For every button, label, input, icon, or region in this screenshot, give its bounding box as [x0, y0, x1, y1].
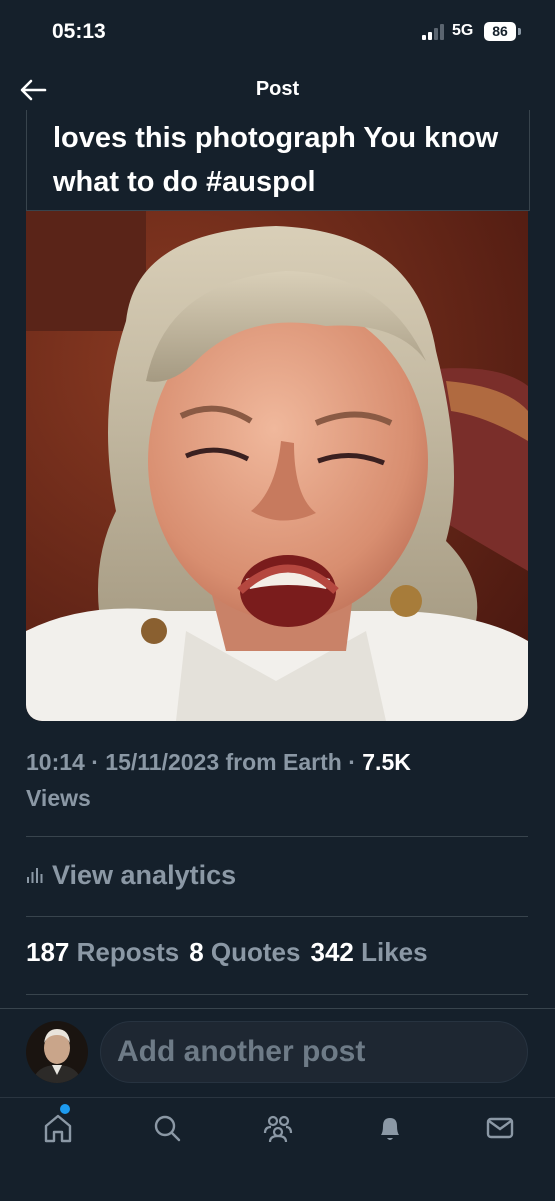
view-analytics-label: View analytics — [52, 859, 237, 890]
compose-bar: Add another post — [0, 1009, 555, 1097]
messages-icon — [486, 1117, 514, 1139]
quoted-post-text: loves this photograph You know what to d… — [53, 122, 499, 198]
engagement-stats: 187 Reposts 8 Quotes 342 Likes — [26, 937, 438, 968]
add-post-input[interactable]: Add another post — [100, 1021, 528, 1083]
portrait-image — [26, 211, 528, 721]
avatar[interactable] — [26, 1021, 88, 1083]
view-analytics-button[interactable]: View analytics — [26, 857, 236, 893]
add-post-placeholder: Add another post — [117, 1035, 366, 1068]
home-icon — [44, 1114, 72, 1143]
tab-bar — [0, 1097, 555, 1201]
views-count: 7.5K — [362, 749, 411, 775]
post-meta: 10:14 · 15/11/2023 from Earth · 7.5K View… — [26, 744, 526, 816]
status-bar: 05:13 5G 86 — [0, 0, 555, 64]
header: Post — [0, 64, 555, 116]
likes-label: Likes — [361, 937, 428, 967]
new-content-indicator — [60, 1104, 70, 1114]
reposts-stat[interactable]: 187 Reposts — [26, 937, 179, 968]
post-date: 15/11/2023 — [105, 749, 220, 775]
tab-messages[interactable] — [480, 1108, 520, 1148]
quoted-post[interactable]: loves this photograph You know what to d… — [26, 110, 530, 211]
post-time: 10:14 — [26, 749, 85, 775]
post-image[interactable] — [26, 211, 528, 721]
tab-communities[interactable] — [258, 1108, 298, 1148]
battery-cap — [518, 28, 521, 35]
divider — [26, 994, 528, 995]
network-type: 5G — [452, 22, 474, 39]
search-icon — [154, 1115, 181, 1142]
tab-notifications[interactable] — [370, 1108, 410, 1148]
communities-icon — [263, 1115, 293, 1143]
views-label: Views — [26, 785, 91, 811]
notifications-icon — [381, 1118, 399, 1140]
tab-search[interactable] — [147, 1108, 187, 1148]
divider — [26, 836, 528, 837]
likes-count: 342 — [310, 937, 354, 967]
reposts-label: Reposts — [76, 937, 180, 967]
quotes-label: Quotes — [210, 937, 301, 967]
bar-chart-icon — [27, 868, 43, 883]
tab-home[interactable] — [38, 1108, 78, 1148]
battery-icon: 86 — [484, 22, 516, 41]
avatar-image — [26, 1021, 88, 1083]
status-time: 05:13 — [52, 20, 106, 43]
meta-separator: · — [84, 749, 106, 775]
meta-separator: · — [341, 749, 363, 775]
signal-icon — [422, 24, 446, 40]
quotes-count: 8 — [189, 937, 204, 967]
reposts-count: 187 — [26, 937, 70, 967]
divider — [26, 916, 528, 917]
page-title: Post — [255, 78, 300, 100]
post-source: from Earth — [219, 749, 342, 775]
quotes-stat[interactable]: 8 Quotes — [189, 937, 300, 968]
likes-stat[interactable]: 342 Likes — [310, 937, 427, 968]
